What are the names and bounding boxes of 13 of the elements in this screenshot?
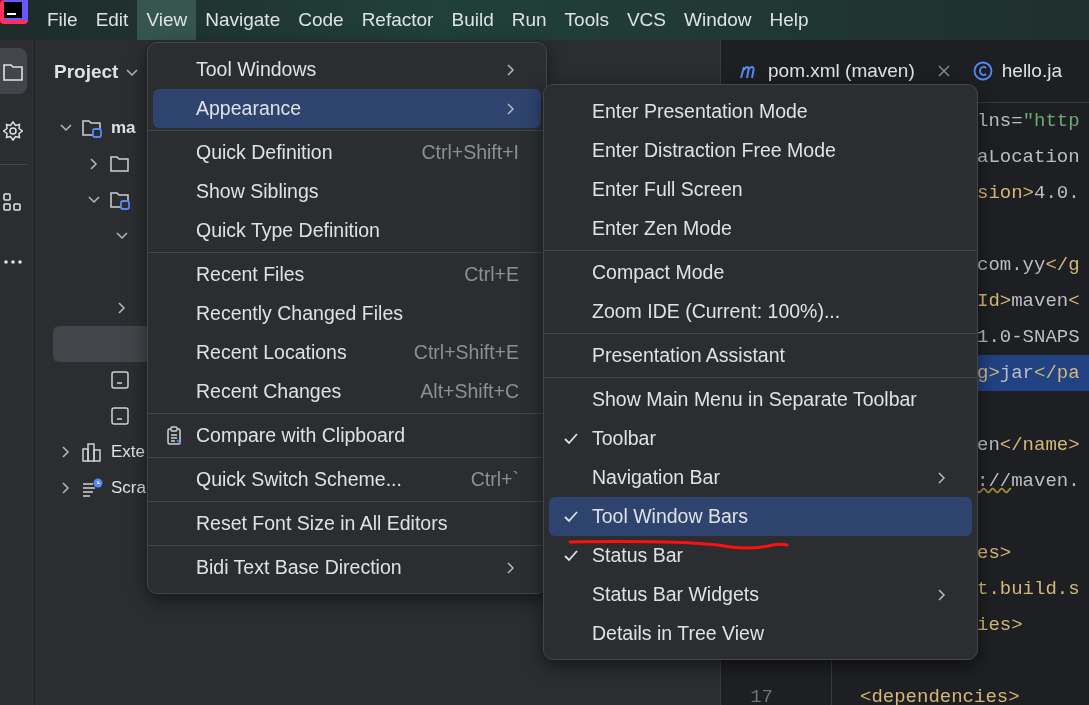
code-line: 1.0-SNAPS bbox=[977, 326, 1080, 348]
code-line: sion>4.0. bbox=[977, 182, 1080, 204]
code-line: aLocation bbox=[977, 146, 1080, 168]
code-line: Id>maven< bbox=[977, 290, 1080, 312]
code-line: lns="http bbox=[977, 110, 1080, 132]
code-line: ://maven. bbox=[977, 470, 1080, 492]
code-line: es> bbox=[977, 542, 1012, 564]
code-line: com.yy</g bbox=[977, 254, 1080, 276]
code-line: t.build.s bbox=[977, 578, 1080, 600]
line-number: 17 bbox=[750, 686, 773, 705]
code-line: ies> bbox=[977, 614, 1023, 636]
code-line: g>jar</pa bbox=[977, 362, 1080, 384]
code-line: en</name> bbox=[977, 434, 1080, 456]
